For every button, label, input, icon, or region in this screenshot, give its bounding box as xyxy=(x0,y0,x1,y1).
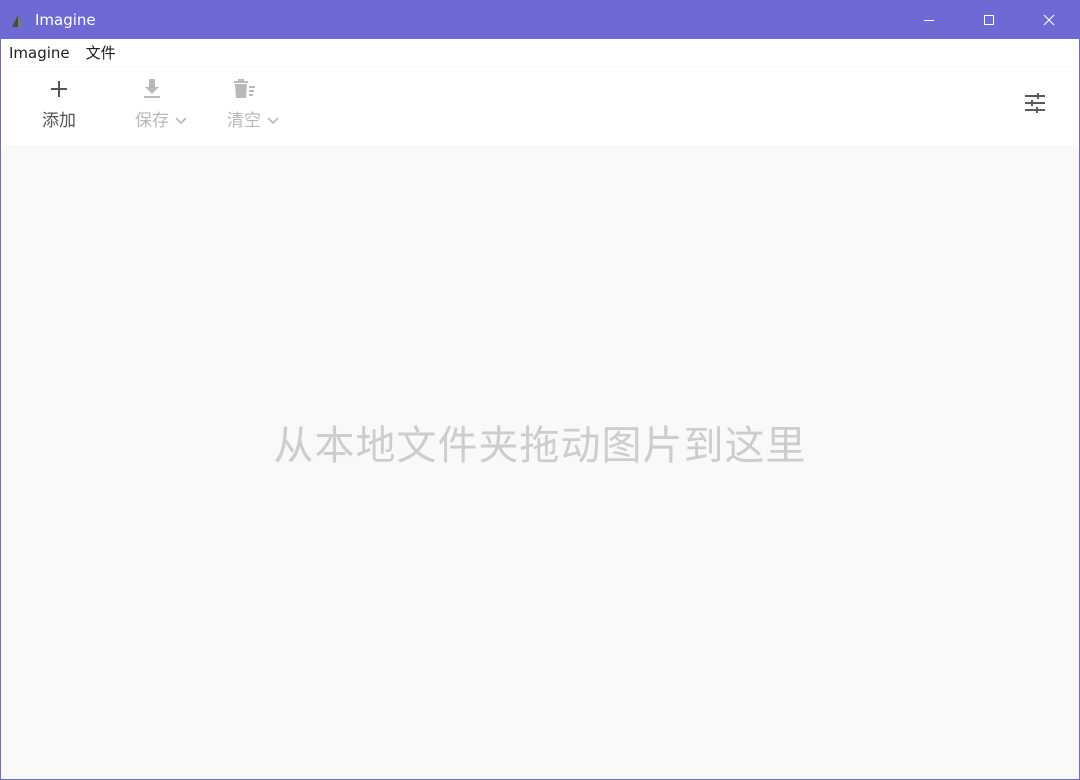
maximize-button[interactable] xyxy=(959,1,1019,39)
minimize-button[interactable] xyxy=(899,1,959,39)
settings-button[interactable] xyxy=(1023,91,1047,115)
menu-file[interactable]: 文件 xyxy=(78,39,124,67)
app-window: Imagine Imagine 文件 添加 保存 清空 从本地文件夹拖动图片到这… xyxy=(0,0,1080,780)
sliders-icon xyxy=(1025,93,1045,113)
menu-imagine[interactable]: Imagine xyxy=(1,39,78,67)
trash-list-icon xyxy=(232,77,256,101)
clear-button[interactable]: 清空 xyxy=(227,77,279,137)
add-label: 添加 xyxy=(42,111,76,131)
plus-icon xyxy=(47,77,71,101)
window-title: Imagine xyxy=(35,11,96,29)
save-button[interactable]: 保存 xyxy=(135,77,187,137)
window-controls xyxy=(899,1,1079,39)
add-button[interactable]: 添加 xyxy=(42,77,76,137)
close-button[interactable] xyxy=(1019,1,1079,39)
maximize-icon xyxy=(984,15,994,25)
close-icon xyxy=(1043,14,1055,26)
toolbar: 添加 保存 清空 xyxy=(1,67,1079,145)
drop-zone[interactable]: 从本地文件夹拖动图片到这里 xyxy=(1,145,1079,779)
drop-hint-text: 从本地文件夹拖动图片到这里 xyxy=(273,423,807,469)
clear-label: 清空 xyxy=(227,111,261,131)
save-label: 保存 xyxy=(135,111,169,131)
app-logo-icon xyxy=(11,13,25,27)
chevron-down-icon[interactable] xyxy=(175,117,187,125)
download-icon xyxy=(140,77,164,101)
minimize-icon xyxy=(924,20,934,21)
chevron-down-icon[interactable] xyxy=(267,117,279,125)
title-bar[interactable]: Imagine xyxy=(1,1,1079,39)
menu-bar: Imagine 文件 xyxy=(1,39,1079,67)
